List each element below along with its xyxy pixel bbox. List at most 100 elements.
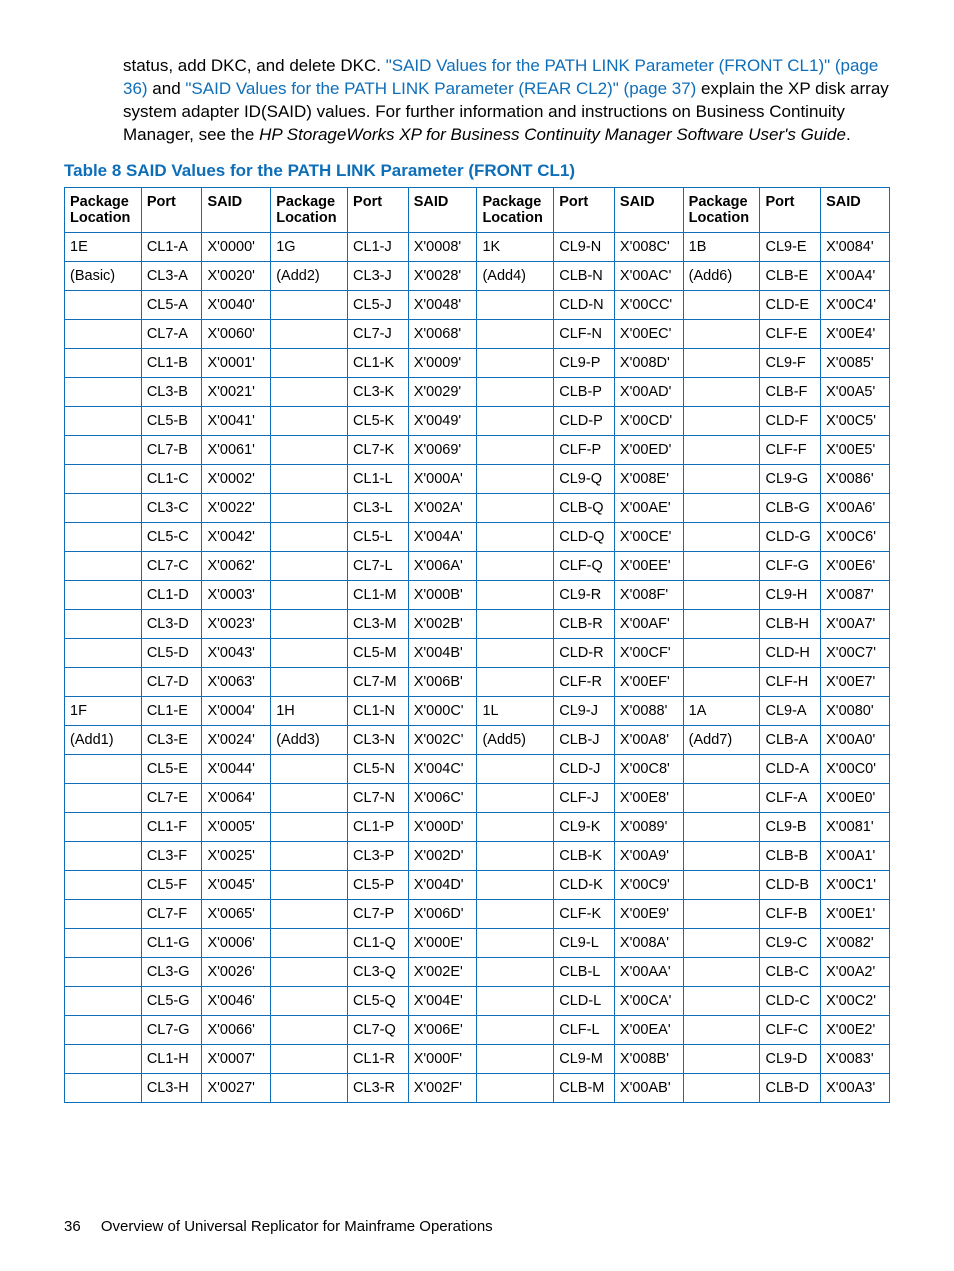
table-cell: CLB-P [554,377,615,406]
table-cell: X'0025' [202,841,271,870]
table-cell: X'00E7' [821,667,890,696]
table-cell: CL7-C [141,551,202,580]
table-cell: CL7-D [141,667,202,696]
table-cell [271,377,348,406]
table-cell: CLB-E [760,261,821,290]
table-cell [271,667,348,696]
table-cell: CL3-R [348,1073,409,1102]
table-cell [271,841,348,870]
table-cell [271,609,348,638]
table-cell: X'00CE' [614,522,683,551]
table-cell: CLF-K [554,899,615,928]
th-2: SAID [202,187,271,232]
table-cell [65,899,142,928]
table-cell: CL5-D [141,638,202,667]
table-header-row: Package Location Port SAID Package Locat… [65,187,890,232]
table-cell: CLD-A [760,754,821,783]
table-cell: X'00A0' [821,725,890,754]
table-cell: X'00C5' [821,406,890,435]
table-cell: CL9-J [554,696,615,725]
th-7: Port [554,187,615,232]
table-cell: CL1-F [141,812,202,841]
table-cell: X'006B' [408,667,477,696]
table-cell: CLB-K [554,841,615,870]
table-cell [271,551,348,580]
table-cell: X'00C4' [821,290,890,319]
table-cell [683,377,760,406]
table-cell: X'0009' [408,348,477,377]
table-cell: CLF-A [760,783,821,812]
table-row: CL5-AX'0040'CL5-JX'0048'CLD-NX'00CC'CLD-… [65,290,890,319]
table-cell: CL5-B [141,406,202,435]
table-cell: CL5-A [141,290,202,319]
table-cell [65,957,142,986]
table-cell [271,1073,348,1102]
table-cell: CL9-M [554,1044,615,1073]
table-cell: (Add2) [271,261,348,290]
table-cell: X'00EC' [614,319,683,348]
table-cell [477,783,554,812]
table-cell [683,435,760,464]
table-cell: X'00A7' [821,609,890,638]
table-cell [477,1073,554,1102]
th-9: Package Location [683,187,760,232]
table-cell [683,1015,760,1044]
table-cell: X'008D' [614,348,683,377]
table-cell: CLD-Q [554,522,615,551]
table-cell [477,870,554,899]
table-row: CL7-AX'0060'CL7-JX'0068'CLF-NX'00EC'CLF-… [65,319,890,348]
table-cell: CLD-P [554,406,615,435]
table-cell: X'0008' [408,232,477,261]
table-cell [683,551,760,580]
table-cell: CL1-E [141,696,202,725]
table-row: CL3-DX'0023'CL3-MX'002B'CLB-RX'00AF'CLB-… [65,609,890,638]
table-cell: CLB-A [760,725,821,754]
table-cell: X'0087' [821,580,890,609]
table-cell: X'0088' [614,696,683,725]
table-cell: CLF-C [760,1015,821,1044]
said-table: Package Location Port SAID Package Locat… [64,187,890,1103]
table-cell: CL9-C [760,928,821,957]
table-cell: CLF-G [760,551,821,580]
table-cell: X'0020' [202,261,271,290]
table-cell [65,783,142,812]
table-cell [683,638,760,667]
table-cell: X'008B' [614,1044,683,1073]
table-cell [683,957,760,986]
table-cell: X'002F' [408,1073,477,1102]
table-cell: 1H [271,696,348,725]
table-cell: X'00E8' [614,783,683,812]
table-cell [683,812,760,841]
table-cell: X'0006' [202,928,271,957]
table-cell: CLD-N [554,290,615,319]
table-cell: CL3-F [141,841,202,870]
table-cell: 1B [683,232,760,261]
table-cell: CL5-L [348,522,409,551]
table-cell: X'0029' [408,377,477,406]
table-cell: X'0085' [821,348,890,377]
table-cell: CL5-P [348,870,409,899]
table-row: CL1-BX'0001'CL1-KX'0009'CL9-PX'008D'CL9-… [65,348,890,377]
table-cell: X'0026' [202,957,271,986]
table-cell: X'004A' [408,522,477,551]
intro-mid1: and [148,79,186,98]
table-cell: CL7-N [348,783,409,812]
table-row: CL3-HX'0027'CL3-RX'002F'CLB-MX'00AB'CLB-… [65,1073,890,1102]
table-cell: CLB-M [554,1073,615,1102]
footer-section: Overview of Universal Replicator for Mai… [101,1218,493,1235]
table-cell [477,928,554,957]
table-cell: 1K [477,232,554,261]
table-cell [683,348,760,377]
table-cell: CL9-B [760,812,821,841]
table-cell: X'0028' [408,261,477,290]
table-cell: X'0024' [202,725,271,754]
table-cell: X'004E' [408,986,477,1015]
table-cell: X'0080' [821,696,890,725]
table-cell [65,580,142,609]
table-cell [271,1015,348,1044]
table-cell [477,1044,554,1073]
intro-link-2[interactable]: "SAID Values for the PATH LINK Parameter… [185,79,696,98]
table-cell [65,986,142,1015]
table-cell [65,812,142,841]
table-cell: X'000B' [408,580,477,609]
